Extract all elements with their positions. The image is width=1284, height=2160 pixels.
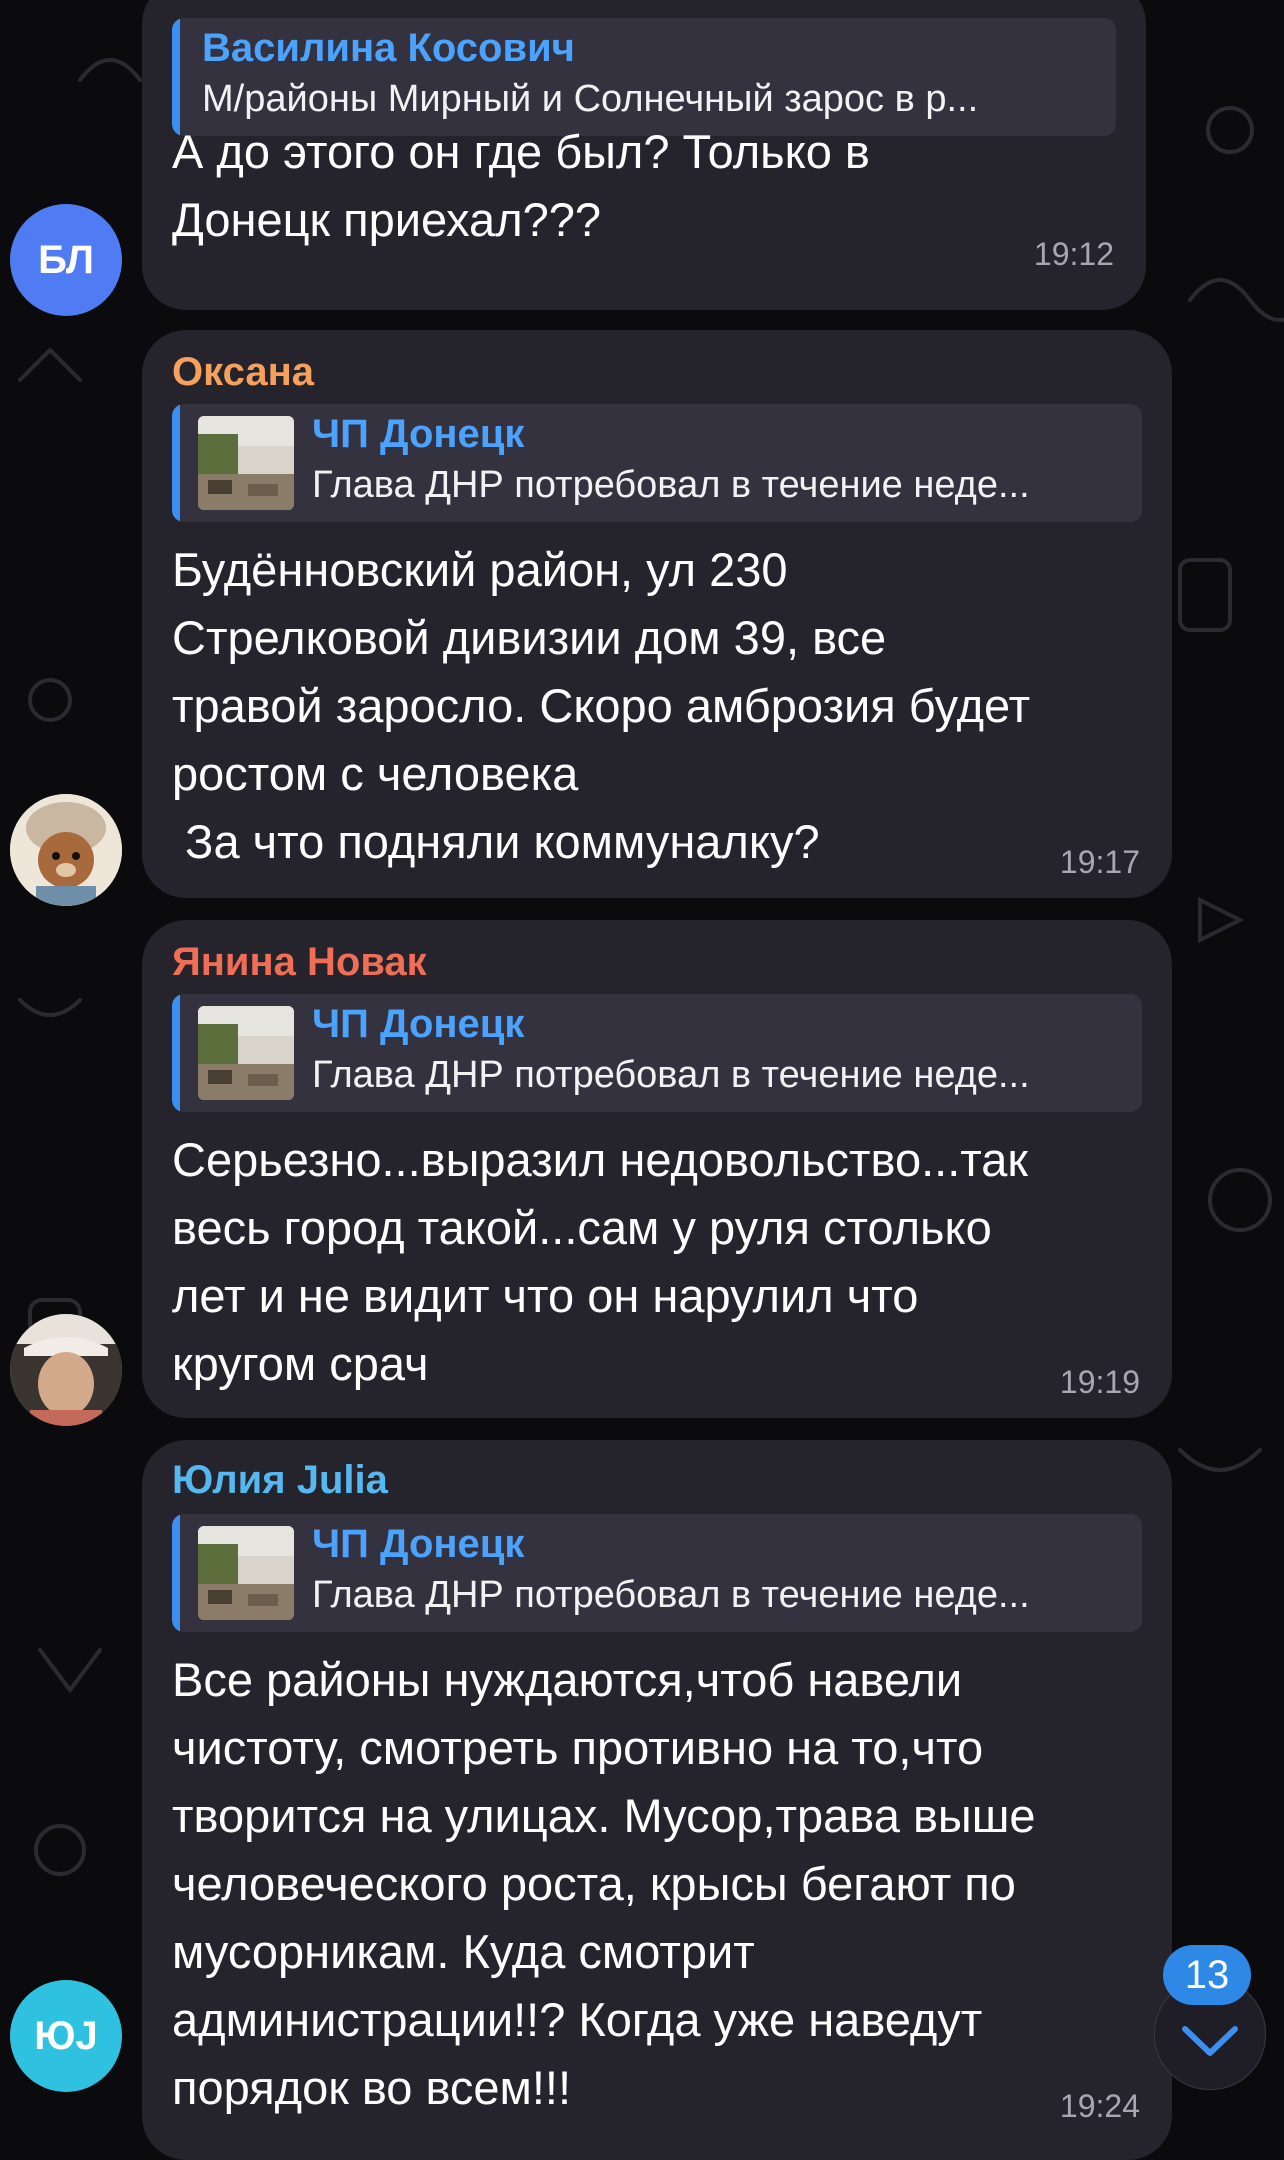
avatar[interactable]: БЛ — [10, 204, 122, 316]
reply-preview[interactable]: ЧП Донецк Глава ДНР потребовал в течение… — [172, 994, 1142, 1112]
reply-snippet: Глава ДНР потребовал в течение неде... — [312, 464, 1030, 506]
avatar-initials: ЮJ — [34, 2013, 98, 2058]
message-bubble[interactable]: Янина Новак ЧП Донецк Глава ДНР потребов… — [142, 920, 1172, 1418]
reply-author: Василина Косович — [202, 26, 575, 70]
reply-author: ЧП Донецк — [312, 1002, 525, 1046]
message-line: Все районы нуждаются,чтоб навели — [172, 1653, 963, 1706]
reply-thumbnail — [198, 416, 294, 510]
photo-thumbnail-icon — [198, 416, 294, 510]
avatar-initials: БЛ — [38, 237, 94, 282]
message-line: администрации!!? Когда уже наведут — [172, 1993, 983, 2046]
message-bubble[interactable]: Юлия Julia ЧП Донецк Глава ДНР потребова… — [142, 1440, 1172, 2160]
message-text: Все районы нуждаются,чтоб навели чистоту… — [172, 1646, 1036, 2122]
reply-accent-bar — [172, 994, 180, 1112]
reply-snippet: Глава ДНР потребовал в течение неде... — [312, 1054, 1030, 1096]
message-line: травой заросло. Скоро амброзия будет — [172, 679, 1031, 732]
reply-author: ЧП Донецк — [312, 1522, 525, 1566]
reply-author: ЧП Донецк — [312, 412, 525, 456]
message-line: чистоту, смотреть противно на то,что — [172, 1721, 984, 1774]
reply-accent-bar — [172, 1514, 180, 1632]
message-time: 19:19 — [1059, 1364, 1140, 1400]
message-text: А до этого он где был? Только в Донецк п… — [172, 118, 870, 254]
message-time: 19:12 — [1033, 236, 1114, 272]
message-line: Донецк приехал??? — [172, 193, 602, 246]
reply-thumbnail — [198, 1006, 294, 1100]
message-line: А до этого он где был? Только в — [172, 125, 870, 178]
message-line: человеческого роста, крысы бегают по — [172, 1857, 1016, 1910]
message-line: лет и не видит что он нарулил что — [172, 1269, 919, 1322]
message-line: кругом срач — [172, 1337, 429, 1390]
message-line: Серьезно...выразил недовольство...так — [172, 1133, 1028, 1186]
photo-thumbnail-icon — [198, 1526, 294, 1620]
message-line: Стрелковой дивизии дом 39, все — [172, 611, 887, 664]
reply-preview[interactable]: ЧП Донецк Глава ДНР потребовал в течение… — [172, 1514, 1142, 1632]
message-bubble[interactable]: Василина Косович М/районы Мирный и Солне… — [142, 0, 1146, 310]
message-bubble[interactable]: Оксана ЧП Донецк Глава ДНР потребовал в … — [142, 330, 1172, 898]
message-3[interactable]: Янина Новак ЧП Донецк Глава ДНР потребов… — [0, 920, 1284, 1426]
message-line: мусорникам. Куда смотрит — [172, 1925, 755, 1978]
avatar[interactable] — [10, 794, 122, 906]
message-line: Будённовский район, ул 230 — [172, 543, 788, 596]
message-4[interactable]: Юлия Julia ЧП Донецк Глава ДНР потребова… — [0, 1440, 1284, 2160]
message-time: 19:17 — [1059, 844, 1140, 880]
message-text: Серьезно...выразил недовольство...так ве… — [172, 1126, 1028, 1398]
sender-name[interactable]: Юлия Julia — [172, 1458, 388, 1503]
message-1[interactable]: Василина Косович М/районы Мирный и Солне… — [0, 0, 1284, 316]
user-photo-avatar-icon — [10, 1314, 122, 1426]
message-2[interactable]: Оксана ЧП Донецк Глава ДНР потребовал в … — [0, 330, 1284, 906]
message-line: творится на улицах. Мусор,трава выше — [172, 1789, 1036, 1842]
reply-preview[interactable]: ЧП Донецк Глава ДНР потребовал в течение… — [172, 404, 1142, 522]
sender-name[interactable]: Оксана — [172, 350, 314, 395]
reply-snippet: М/районы Мирный и Солнечный зарос в р... — [202, 78, 979, 120]
unread-count-badge: 13 — [1163, 1945, 1251, 2005]
teddy-bear-avatar-icon — [10, 794, 122, 906]
message-text: Будённовский район, ул 230 Стрелковой ди… — [172, 536, 1030, 876]
message-line: порядок во всем!!! — [172, 2061, 572, 2114]
reply-thumbnail — [198, 1526, 294, 1620]
photo-thumbnail-icon — [198, 1006, 294, 1100]
reply-accent-bar — [172, 404, 180, 522]
message-line: За что подняли коммуналку? — [172, 815, 820, 868]
message-line: ростом с человека — [172, 747, 579, 800]
reply-snippet: Глава ДНР потребовал в течение неде... — [312, 1574, 1030, 1616]
message-line: весь город такой...сам у руля столько — [172, 1201, 992, 1254]
sender-name[interactable]: Янина Новак — [172, 940, 427, 985]
avatar[interactable]: ЮJ — [10, 1980, 122, 2092]
avatar[interactable] — [10, 1314, 122, 1426]
